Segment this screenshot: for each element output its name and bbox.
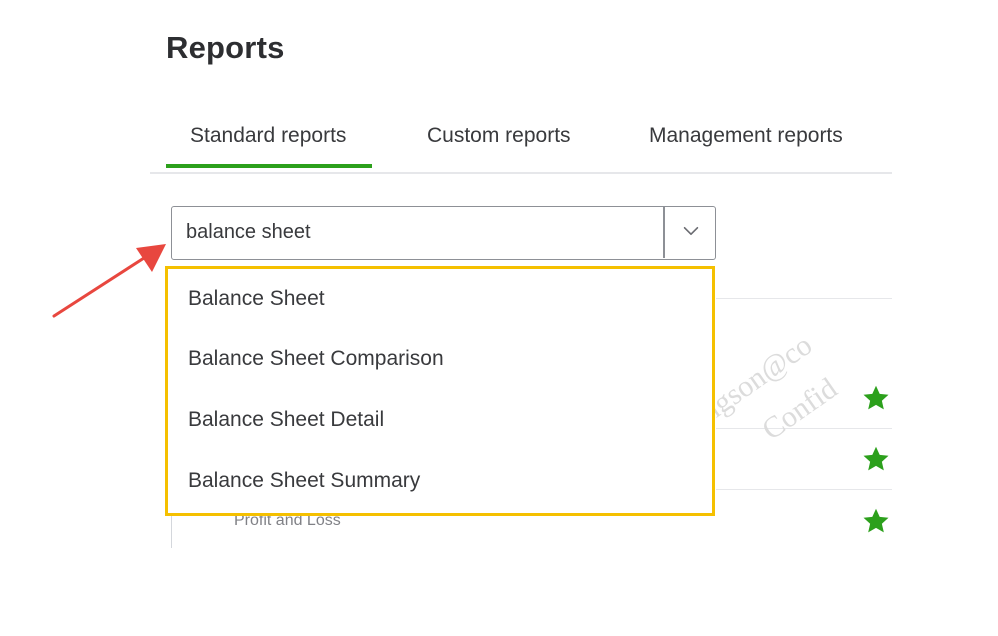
star-icon[interactable] (861, 383, 891, 413)
watermark: ngson@co Confid (694, 328, 844, 447)
tab-custom-reports[interactable]: Custom reports (427, 124, 571, 148)
combobox-divider (663, 207, 665, 258)
list-divider (716, 428, 892, 429)
dropdown-option-balance-sheet-detail[interactable]: Balance Sheet Detail (188, 408, 384, 432)
annotation-arrow-icon (52, 244, 166, 318)
list-divider (716, 489, 892, 490)
search-results-dropdown: Balance Sheet Balance Sheet Comparison B… (165, 266, 715, 516)
reports-page: Reports Standard reports Custom reports … (0, 0, 998, 636)
star-icon[interactable] (861, 444, 891, 474)
tab-management-reports[interactable]: Management reports (649, 124, 843, 148)
tab-standard-reports[interactable]: Standard reports (165, 124, 373, 168)
chevron-down-icon[interactable] (680, 220, 702, 242)
dropdown-option-balance-sheet-summary[interactable]: Balance Sheet Summary (188, 469, 420, 493)
page-title: Reports (166, 30, 285, 65)
report-tabs: Standard reports Custom reports Manageme… (150, 118, 892, 174)
report-search-combobox[interactable] (171, 206, 716, 260)
dropdown-option-balance-sheet[interactable]: Balance Sheet (188, 287, 325, 311)
list-divider (716, 298, 892, 299)
star-icon[interactable] (861, 506, 891, 536)
search-input[interactable] (172, 207, 662, 258)
dropdown-option-balance-sheet-comparison[interactable]: Balance Sheet Comparison (188, 347, 444, 371)
